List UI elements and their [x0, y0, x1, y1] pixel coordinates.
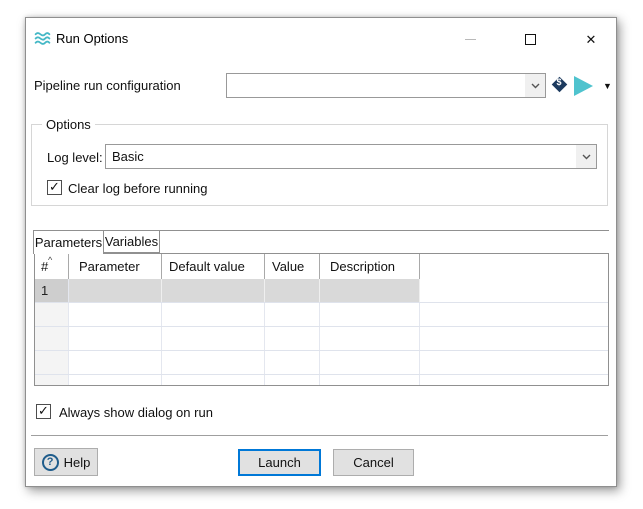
column-header-filler	[420, 254, 608, 279]
always-show-label: Always show dialog on run	[59, 405, 213, 420]
tab-folder-top-border	[160, 230, 609, 231]
cancel-button-label: Cancel	[353, 455, 393, 470]
table-row-empty[interactable]	[35, 351, 608, 375]
tab-parameters[interactable]: Parameters	[33, 230, 104, 254]
log-level-dropdown-button[interactable]	[576, 145, 596, 168]
maximize-icon	[525, 34, 536, 45]
description-cell[interactable]	[320, 279, 420, 302]
column-header-parameter[interactable]: Parameter	[69, 254, 162, 279]
chevron-down-icon	[531, 83, 540, 89]
default-value-cell[interactable]	[162, 279, 265, 302]
run-options-dialog: Run Options ✕ Pipeline run configuration…	[25, 17, 617, 487]
table-row-empty[interactable]	[35, 303, 608, 327]
table-row-empty[interactable]	[35, 375, 608, 386]
variable-icon: $	[551, 76, 567, 92]
clear-log-label: Clear log before running	[68, 181, 207, 196]
run-menu-arrow-icon[interactable]: ▼	[603, 81, 612, 91]
minimize-button[interactable]	[457, 29, 483, 49]
log-level-value: Basic	[106, 149, 576, 164]
launch-button[interactable]: Launch	[238, 449, 321, 476]
run-configuration-label: Pipeline run configuration	[34, 78, 181, 93]
help-button-label: Help	[64, 455, 91, 470]
log-level-label: Log level:	[47, 150, 103, 165]
app-waves-icon	[34, 30, 51, 47]
launch-button-label: Launch	[258, 455, 301, 470]
minimize-icon	[465, 39, 476, 40]
help-button[interactable]: ? Help	[34, 448, 98, 476]
column-header-value[interactable]: Value	[265, 254, 320, 279]
footer-separator	[31, 435, 608, 436]
filler-cell	[420, 279, 608, 302]
row-number-cell[interactable]: 1	[35, 279, 69, 302]
maximize-button[interactable]	[517, 29, 543, 49]
parameters-table: # ^ Parameter Default value Value Descri…	[34, 253, 609, 386]
value-cell[interactable]	[265, 279, 320, 302]
column-header-description[interactable]: Description	[320, 254, 420, 279]
sort-ascending-icon: ^	[48, 255, 52, 265]
checkmark-icon: ✓	[38, 404, 49, 417]
help-icon: ?	[42, 454, 59, 471]
always-show-checkbox[interactable]: ✓	[36, 404, 51, 419]
window-title: Run Options	[56, 31, 128, 46]
cancel-button[interactable]: Cancel	[333, 449, 414, 476]
parameter-cell[interactable]	[69, 279, 162, 302]
options-group: Options Log level: Basic ✓ Clear log bef…	[31, 124, 608, 206]
log-level-combo[interactable]: Basic	[105, 144, 597, 169]
column-header-default-value[interactable]: Default value	[162, 254, 265, 279]
column-header-number[interactable]: # ^	[35, 254, 69, 279]
run-configuration-combo[interactable]	[226, 73, 546, 98]
close-icon: ✕	[586, 33, 597, 46]
checkmark-icon: ✓	[49, 180, 60, 193]
chevron-down-icon	[582, 154, 591, 160]
close-button[interactable]: ✕	[578, 29, 604, 49]
table-row-selected[interactable]: 1	[35, 279, 608, 303]
tab-variables[interactable]: Variables	[104, 230, 160, 253]
run-configuration-dropdown-button[interactable]	[525, 74, 545, 97]
table-header-row: # ^ Parameter Default value Value Descri…	[35, 254, 608, 279]
run-play-icon[interactable]	[574, 76, 593, 96]
options-group-title: Options	[42, 117, 95, 132]
clear-log-checkbox[interactable]: ✓	[47, 180, 62, 195]
table-row-empty[interactable]	[35, 327, 608, 351]
